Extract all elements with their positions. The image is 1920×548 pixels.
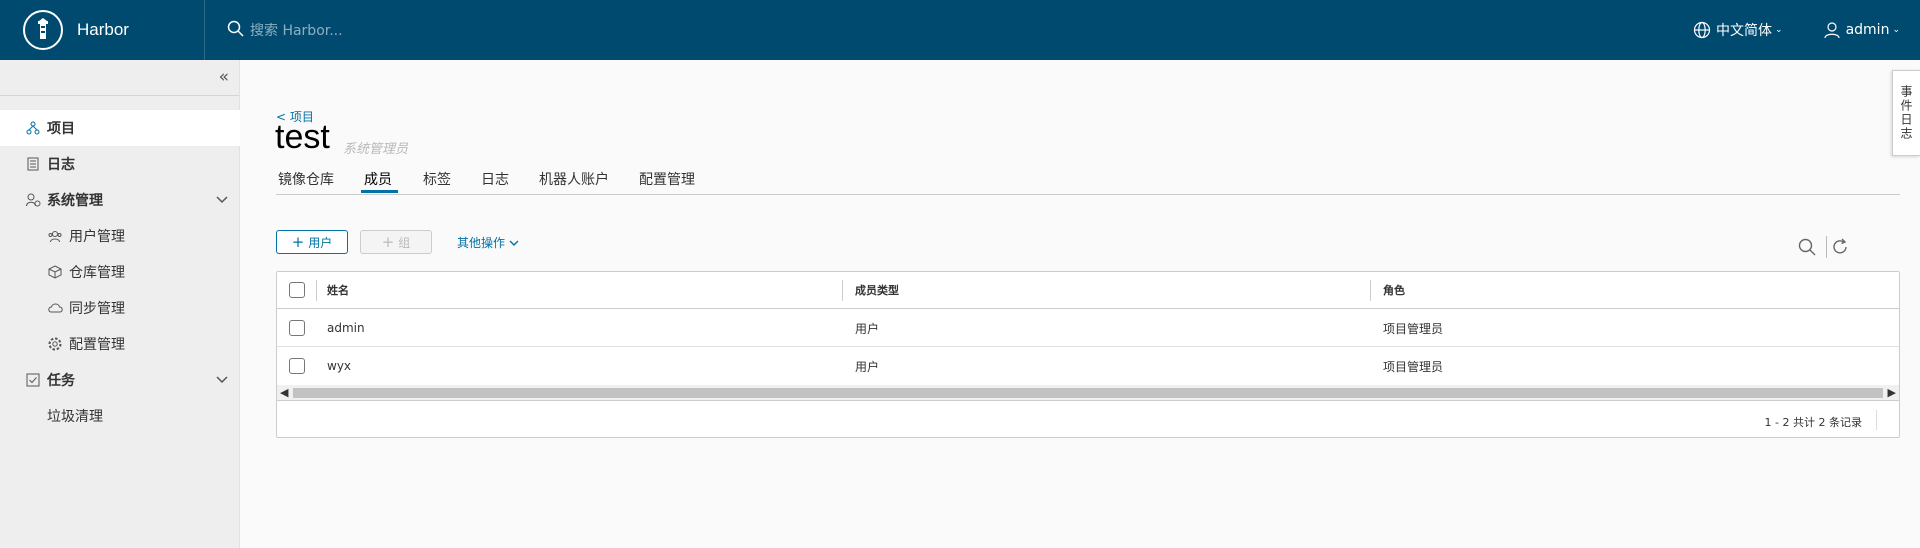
globe-icon bbox=[1693, 21, 1711, 39]
chevron-down-icon bbox=[509, 240, 519, 246]
member-name: wyx bbox=[327, 359, 352, 373]
collapse-sidebar-icon[interactable]: « bbox=[219, 69, 229, 86]
chevron-down-icon: ⌄ bbox=[1775, 25, 1783, 35]
sidebar-item-projects[interactable]: 项目 bbox=[0, 110, 240, 146]
sidebar: « 项目 日志 系统管理 用户管理 仓库管理 同步管理 配置管理 任务 垃圾清理 bbox=[0, 60, 240, 548]
event-log-panel-tab[interactable]: 事件日志 bbox=[1892, 70, 1920, 156]
user-menu[interactable]: admin ⌄ bbox=[1823, 21, 1900, 39]
sidebar-item-logs[interactable]: 日志 bbox=[0, 146, 240, 182]
pagination-summary: 1 - 2 共计 2 条记录 bbox=[1764, 416, 1862, 429]
refresh-icon[interactable] bbox=[1831, 238, 1849, 260]
other-actions-dropdown[interactable]: 其他操作 bbox=[457, 234, 519, 251]
column-header-name[interactable]: 姓名 bbox=[327, 272, 349, 308]
toolbar-divider bbox=[1826, 236, 1827, 258]
sidebar-item-label: 项目 bbox=[47, 121, 75, 137]
chevron-down-icon: ⌄ bbox=[1892, 25, 1900, 35]
plus-icon: + bbox=[291, 233, 305, 251]
active-tab-indicator bbox=[361, 190, 398, 193]
user-icon bbox=[1823, 22, 1840, 39]
brand-name: Harbor bbox=[77, 20, 129, 39]
column-divider[interactable] bbox=[842, 280, 843, 301]
members-table: 姓名 成员类型 角色 admin 用户 项目管理员 wyx 用户 项目管理员 ◀… bbox=[276, 271, 1900, 438]
sidebar-item-label: 配置管理 bbox=[69, 337, 125, 353]
sidebar-item-tasks[interactable]: 任务 bbox=[0, 362, 240, 398]
member-type: 用户 bbox=[855, 359, 880, 374]
search-icon[interactable] bbox=[1798, 238, 1816, 260]
tab-logs[interactable]: 日志 bbox=[481, 169, 509, 189]
member-role: 项目管理员 bbox=[1383, 359, 1444, 374]
plus-icon: + bbox=[381, 233, 395, 251]
sidebar-item-label: 任务 bbox=[47, 373, 75, 389]
registry-icon bbox=[47, 264, 63, 280]
sidebar-item-configuration[interactable]: 配置管理 bbox=[0, 326, 240, 362]
scroll-right-icon[interactable]: ▶ bbox=[1888, 386, 1896, 399]
other-actions-label: 其他操作 bbox=[457, 236, 506, 250]
footer-divider bbox=[1876, 410, 1877, 430]
table-header-row: 姓名 成员类型 角色 bbox=[277, 272, 1899, 309]
member-type: 用户 bbox=[855, 321, 880, 336]
sidebar-item-garbage-collection[interactable]: 垃圾清理 bbox=[0, 398, 240, 434]
column-header-member-type[interactable]: 成员类型 bbox=[855, 272, 899, 308]
scrollbar-thumb[interactable] bbox=[293, 388, 1883, 398]
add-user-label: 用户 bbox=[308, 235, 333, 250]
search-icon bbox=[227, 20, 244, 41]
sidebar-item-replication[interactable]: 同步管理 bbox=[0, 290, 240, 326]
sidebar-item-system-admin[interactable]: 系统管理 bbox=[0, 182, 240, 218]
row-checkbox[interactable] bbox=[289, 358, 305, 374]
horizontal-scrollbar[interactable]: ◀ ▶ bbox=[277, 385, 1899, 401]
brand[interactable]: Harbor bbox=[0, 0, 205, 60]
replication-icon bbox=[47, 300, 63, 316]
language-selector[interactable]: 中文简体 ⌄ bbox=[1693, 20, 1783, 40]
chevron-down-icon bbox=[216, 192, 228, 208]
column-divider bbox=[316, 280, 317, 301]
sidebar-item-label: 系统管理 bbox=[47, 193, 103, 209]
system-admin-icon bbox=[25, 192, 41, 208]
select-all-checkbox[interactable] bbox=[289, 282, 305, 298]
top-header: Harbor 搜索 Harbor... 中文简体 ⌄ admin ⌄ bbox=[0, 0, 1920, 60]
role-badge: 系统管理员 bbox=[343, 142, 409, 157]
member-name: admin bbox=[327, 321, 365, 335]
tab-configuration[interactable]: 配置管理 bbox=[639, 169, 695, 189]
tab-members[interactable]: 成员 bbox=[364, 169, 392, 189]
sidebar-item-registries[interactable]: 仓库管理 bbox=[0, 254, 240, 290]
search-placeholder[interactable]: 搜索 Harbor... bbox=[250, 20, 343, 40]
chevron-down-icon bbox=[216, 372, 228, 388]
logs-icon bbox=[25, 156, 41, 172]
project-tabs: 镜像仓库 成员 标签 日志 机器人账户 配置管理 bbox=[276, 163, 1900, 195]
column-divider[interactable] bbox=[1370, 280, 1371, 301]
sidebar-item-users[interactable]: 用户管理 bbox=[0, 218, 240, 254]
member-role: 项目管理员 bbox=[1383, 321, 1444, 336]
global-search[interactable]: 搜索 Harbor... bbox=[227, 0, 343, 60]
table-row[interactable]: wyx 用户 项目管理员 bbox=[277, 347, 1899, 385]
sidebar-item-label: 日志 bbox=[47, 157, 75, 173]
add-group-label: 组 bbox=[398, 235, 411, 250]
tab-repositories[interactable]: 镜像仓库 bbox=[278, 169, 334, 189]
event-log-label: 事件日志 bbox=[1899, 85, 1913, 141]
language-label: 中文简体 bbox=[1716, 23, 1773, 39]
users-icon bbox=[47, 228, 63, 244]
sidebar-item-label: 垃圾清理 bbox=[47, 409, 103, 425]
page-title: test bbox=[275, 118, 330, 156]
tab-labels[interactable]: 标签 bbox=[423, 169, 451, 189]
column-header-role[interactable]: 角色 bbox=[1383, 272, 1405, 308]
scroll-left-icon[interactable]: ◀ bbox=[280, 386, 288, 399]
projects-icon bbox=[25, 120, 41, 136]
sidebar-item-label: 同步管理 bbox=[69, 301, 125, 317]
sidebar-item-label: 用户管理 bbox=[69, 229, 125, 245]
row-checkbox[interactable] bbox=[289, 320, 305, 336]
config-gear-icon bbox=[47, 336, 63, 352]
add-group-button[interactable]: + 组 bbox=[360, 230, 432, 254]
tab-robot-accounts[interactable]: 机器人账户 bbox=[539, 169, 609, 189]
add-user-button[interactable]: + 用户 bbox=[276, 230, 348, 254]
username: admin bbox=[1845, 22, 1890, 38]
harbor-logo-icon bbox=[23, 10, 63, 50]
tasks-icon bbox=[25, 372, 41, 388]
sidebar-item-label: 仓库管理 bbox=[69, 265, 125, 281]
table-row[interactable]: admin 用户 项目管理员 bbox=[277, 310, 1899, 347]
